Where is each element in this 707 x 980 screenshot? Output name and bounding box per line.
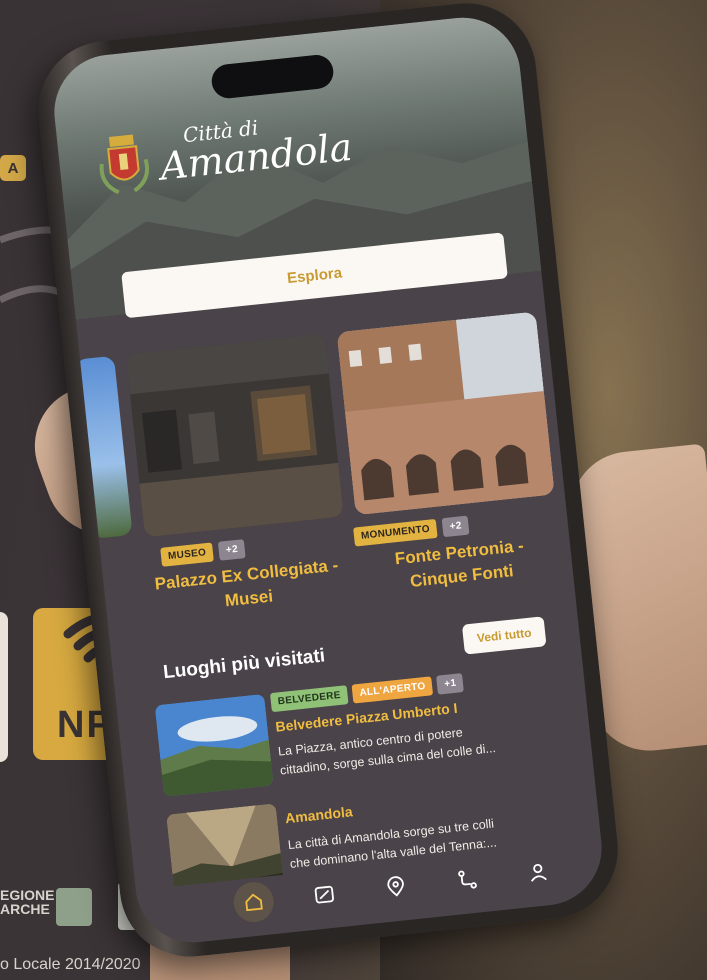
category-tag: MONUMENTO (353, 518, 438, 547)
list-thumbnail (154, 693, 274, 797)
tab-home[interactable] (231, 880, 276, 925)
footer-caption: o Locale 2014/2020 (0, 956, 141, 973)
phone-device: Città di Amandola Esplora MUSEO +2 Palaz… (31, 0, 625, 964)
card-1-tags: MUSEO +2 (160, 539, 246, 567)
coat-of-arms-icon (99, 134, 150, 195)
tab-places[interactable] (374, 865, 418, 909)
background-badge: A (0, 155, 26, 181)
fountain-photo (336, 311, 555, 516)
tab-routes[interactable] (445, 858, 489, 902)
museum-photo (125, 333, 344, 538)
route-icon (457, 870, 477, 889)
category-tag: ALL'APERTO (351, 676, 434, 704)
tab-map[interactable] (303, 873, 347, 917)
category-tag: MUSEO (160, 542, 215, 567)
section-title: Luoghi più visitati (162, 645, 327, 684)
tab-profile[interactable] (516, 850, 560, 894)
featured-card-monument[interactable] (336, 311, 555, 516)
location-pin-icon (387, 876, 404, 897)
see-all-button[interactable]: Vedi tutto (461, 616, 547, 655)
home-icon (245, 893, 263, 912)
carousel-card-partial[interactable] (74, 355, 133, 539)
list-item-title: Amandola (284, 803, 354, 827)
profile-icon (531, 863, 548, 882)
more-tags-badge: +2 (441, 515, 470, 538)
app-screen: Città di Amandola Esplora MUSEO +2 Palaz… (48, 11, 608, 949)
more-tags-badge: +1 (436, 673, 465, 695)
map-icon (315, 885, 335, 904)
featured-card-museum[interactable] (125, 333, 344, 538)
background-card (0, 612, 8, 762)
belvedere-photo (154, 693, 274, 797)
more-tags-badge: +2 (218, 539, 246, 561)
category-tag: BELVEDERE (269, 685, 349, 713)
